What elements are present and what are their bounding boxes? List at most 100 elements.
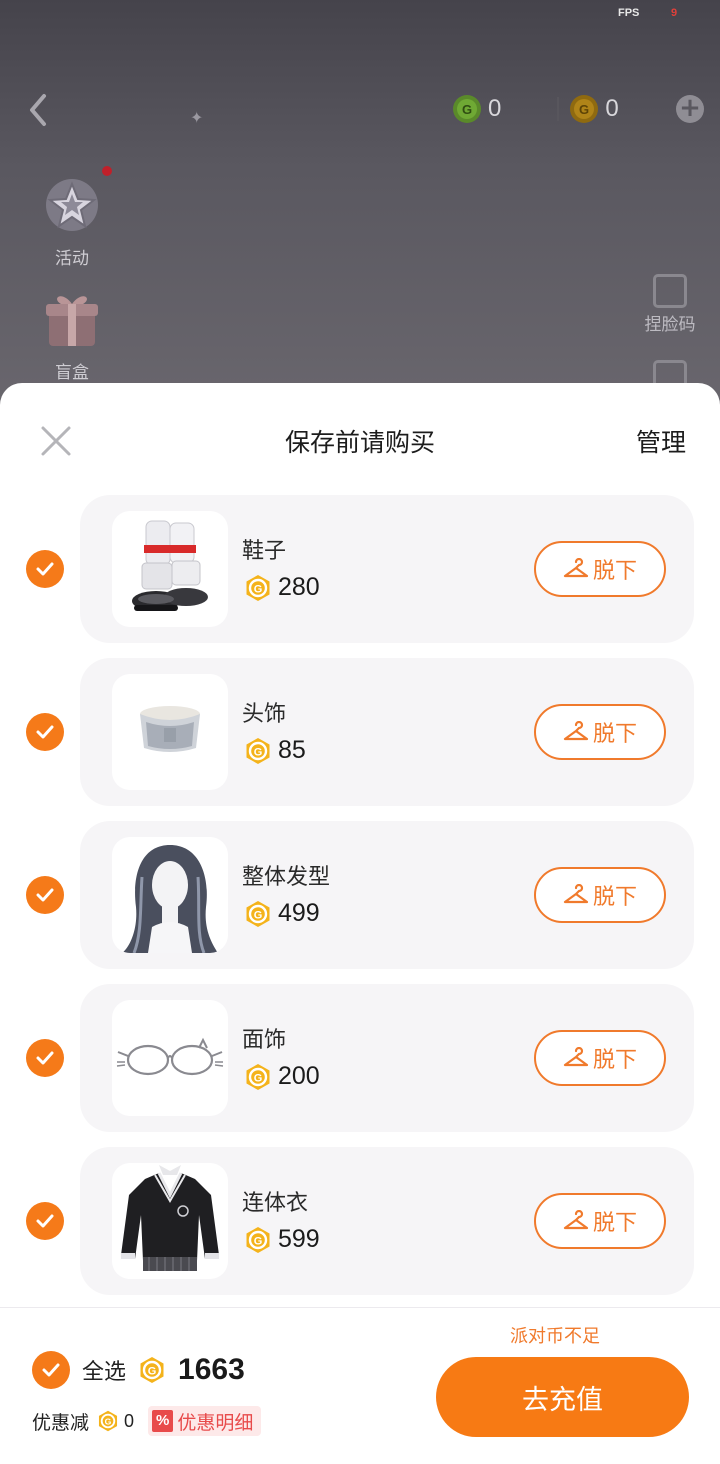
gold-coin-icon: G [98, 1410, 118, 1432]
take-off-button[interactable]: 脱下 [534, 541, 666, 597]
item-checkbox[interactable] [26, 1202, 64, 1240]
add-currency-button[interactable]: + [676, 95, 704, 123]
gold-coin-icon: G [246, 1226, 270, 1253]
hanger-icon [563, 721, 589, 741]
take-off-label: 脱下 [592, 559, 637, 584]
discount-detail-label: 优惠明细 [177, 1411, 254, 1434]
svg-text:G: G [254, 909, 263, 921]
sidebar-item-blind-box[interactable]: 盲盒 [32, 284, 112, 383]
plus-icon: + [679, 93, 701, 123]
hanger-icon [563, 1047, 589, 1067]
gold-coin-icon: G [140, 1357, 164, 1383]
list-item: 鞋子 G 280 脱下 [0, 495, 720, 643]
gold-coin-icon: G [246, 1063, 270, 1090]
gold-coin-icon: G [246, 574, 270, 601]
discount-detail-button[interactable]: % 优惠明细 [148, 1406, 262, 1436]
game-background: FPS 9 ✦ G 0 G 0 + 活动 盲盒 捏脸码 [0, 0, 720, 420]
currency-bar: G 0 G 0 [452, 92, 708, 126]
item-price: G 200 [244, 1062, 320, 1091]
item-price-value: 599 [278, 1225, 320, 1253]
recharge-button[interactable]: 去充值 [436, 1357, 689, 1437]
discount-label: 优惠减 [32, 1411, 90, 1434]
svg-text:G: G [254, 583, 263, 595]
take-off-button[interactable]: 脱下 [534, 704, 666, 760]
star-badge-icon [37, 170, 107, 240]
select-all-label: 全选 [82, 1360, 127, 1385]
svg-text:G: G [254, 1235, 263, 1247]
list-item: 头饰 G 85 脱下 [0, 658, 720, 806]
svg-text:G: G [254, 746, 263, 758]
gold-coin-icon: G [569, 94, 599, 124]
svg-text:G: G [105, 1417, 112, 1427]
item-name: 连体衣 [242, 1191, 309, 1216]
purchase-sheet: 保存前请购买 管理 鞋子 G 280 脱下 头饰 G 85 脱下 整体发型 G … [0, 383, 720, 1464]
take-off-button[interactable]: 脱下 [534, 1193, 666, 1249]
gold-coin-icon: G [246, 737, 270, 764]
sidebar-item-label: 盲盒 [55, 363, 89, 383]
hanger-icon [563, 884, 589, 904]
item-card[interactable]: 整体发型 G 499 脱下 [80, 821, 694, 969]
green-coin-balance[interactable]: G 0 [452, 93, 511, 125]
green-coin-amount: 0 [488, 95, 502, 122]
item-price-value: 499 [278, 899, 320, 927]
item-name: 头饰 [242, 702, 287, 727]
face-code-label: 捏脸码 [644, 315, 696, 335]
take-off-button[interactable]: 脱下 [534, 1030, 666, 1086]
item-card[interactable]: 头饰 G 85 脱下 [80, 658, 694, 806]
sidebar-item-activity[interactable]: 活动 [32, 166, 112, 269]
gold-coin-balance[interactable]: G 0 [569, 93, 628, 125]
svg-text:G: G [462, 102, 472, 117]
item-price-value: 200 [278, 1062, 320, 1090]
item-name: 鞋子 [242, 539, 287, 564]
headwear-thumbnail [112, 674, 228, 790]
item-name: 整体发型 [242, 865, 331, 890]
take-off-label: 脱下 [592, 1048, 637, 1073]
chevron-left-icon [30, 94, 46, 126]
item-price-value: 85 [278, 736, 306, 764]
checkmark-icon [36, 888, 54, 902]
discount-value: 0 [124, 1410, 135, 1431]
notification-dot [102, 166, 112, 176]
item-checkbox[interactable] [26, 1039, 64, 1077]
edit-code-icon [653, 274, 687, 308]
item-checkbox[interactable] [26, 713, 64, 751]
green-coin-icon: G [452, 94, 482, 124]
take-off-button[interactable]: 脱下 [534, 867, 666, 923]
list-item: 面饰 G 200 脱下 [0, 984, 720, 1132]
select-all-checkbox[interactable] [32, 1351, 70, 1389]
svg-text:G: G [254, 1072, 263, 1084]
shoes-thumbnail [112, 511, 228, 627]
list-item: 连体衣 G 599 脱下 [0, 1147, 720, 1295]
sparkle-icon: ✦ [190, 108, 204, 127]
item-name: 面饰 [242, 1028, 287, 1053]
item-price-value: 280 [278, 573, 320, 601]
item-price: G 499 [244, 899, 320, 928]
hanger-icon [563, 1210, 589, 1230]
checkmark-icon [42, 1363, 60, 1377]
checkmark-icon [36, 1214, 54, 1228]
take-off-label: 脱下 [592, 885, 637, 910]
insufficient-coins-text: 派对币不足 [510, 1326, 600, 1347]
back-button[interactable] [24, 90, 56, 130]
glasses-thumbnail [112, 1000, 228, 1116]
sheet-title: 保存前请购买 [284, 428, 435, 457]
currency-divider [557, 97, 560, 121]
gold-coin-icon: G [246, 900, 270, 927]
gold-coin-amount: 0 [605, 95, 619, 122]
item-card[interactable]: 面饰 G 200 脱下 [80, 984, 694, 1132]
fps-label: FPS [618, 7, 640, 19]
checkmark-icon [36, 562, 54, 576]
item-price: G 280 [244, 573, 320, 602]
discount-badge-icon: % [152, 1410, 174, 1432]
select-all-toggle[interactable]: 全选 G 1663 [32, 1351, 245, 1389]
total-price: 1663 [178, 1353, 245, 1386]
sidebar-item-label: 活动 [55, 249, 89, 269]
face-code-button[interactable]: 捏脸码 [640, 274, 700, 335]
item-checkbox[interactable] [26, 550, 64, 588]
svg-text:G: G [148, 1366, 157, 1378]
item-card[interactable]: 鞋子 G 280 脱下 [80, 495, 694, 643]
item-checkbox[interactable] [26, 876, 64, 914]
item-card[interactable]: 连体衣 G 599 脱下 [80, 1147, 694, 1295]
item-price: G 599 [244, 1225, 320, 1254]
manage-button[interactable]: 管理 [636, 423, 686, 459]
